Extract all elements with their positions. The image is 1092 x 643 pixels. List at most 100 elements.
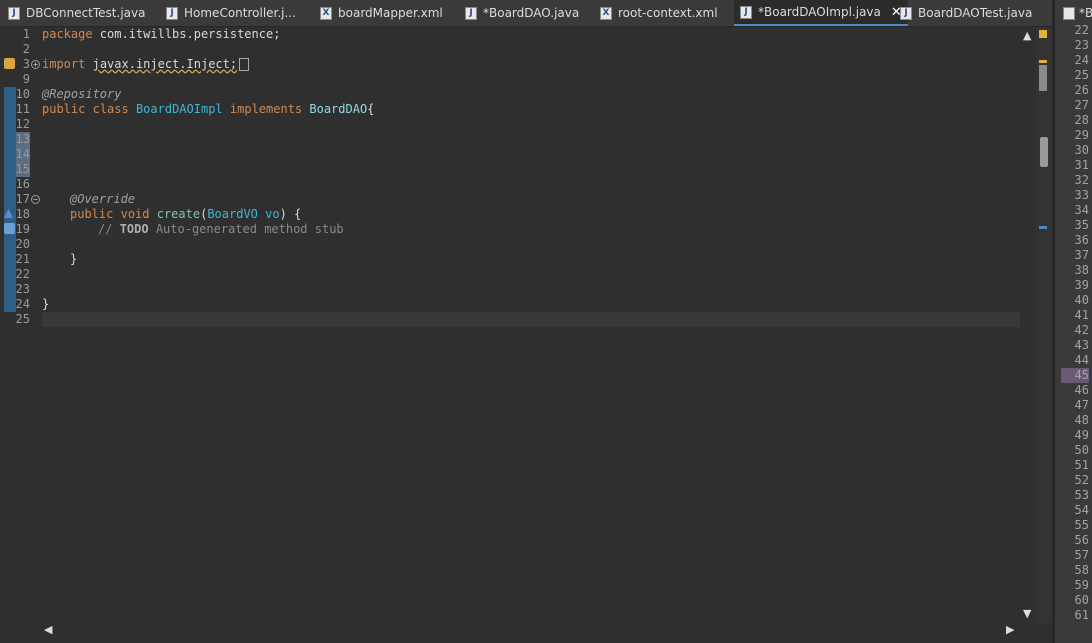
line-number: 26 [1074, 83, 1089, 97]
line-number: 10 [15, 87, 30, 101]
line-number: 11 [15, 102, 30, 116]
line-number: 22 [1074, 23, 1089, 37]
tab-label: *B [1079, 6, 1092, 20]
line-number: 14 [15, 147, 30, 161]
line-number: 37 [1074, 248, 1089, 262]
line-number: 1 [22, 27, 30, 41]
line-number: 60 [1074, 593, 1089, 607]
code-line-method-close: } [70, 252, 78, 266]
java-file-icon: J [166, 6, 178, 20]
line-number: 44 [1074, 353, 1089, 367]
task-icon[interactable] [4, 223, 15, 234]
warning-icon[interactable] [4, 58, 15, 69]
line-number: 30 [1074, 143, 1089, 157]
line-number: 25 [15, 312, 30, 326]
line-number: 40 [1074, 293, 1089, 307]
tab-boardmapper[interactable]: X boardMapper.xml [320, 0, 443, 26]
line-number: 48 [1074, 413, 1089, 427]
line-number: 27 [1074, 98, 1089, 112]
line-number: 41 [1074, 308, 1089, 322]
line-number: 35 [1074, 218, 1089, 232]
tab-dbconnecttest[interactable]: J DBConnectTest.java [8, 0, 145, 26]
line-number: 12 [15, 117, 30, 131]
line-number: 57 [1074, 548, 1089, 562]
tab-label: DBConnectTest.java [26, 6, 146, 20]
line-number: 59 [1074, 578, 1089, 592]
java-file-icon: J [465, 6, 477, 20]
tab-boarddao[interactable]: J *BoardDAO.java [465, 0, 579, 26]
line-number: 51 [1074, 458, 1089, 472]
code-line-override: @Override [70, 192, 136, 206]
line-number: 34 [1074, 203, 1089, 217]
code-editor[interactable]: 1 2 3 9 10 11 12 13 14 15 16 17 18 19 20… [0, 27, 1036, 623]
line-number: 24 [15, 297, 30, 311]
tab-label: *BoardDAOImpl.java [758, 5, 881, 19]
expand-fold-icon[interactable]: + [31, 60, 40, 69]
line-number: 55 [1074, 518, 1089, 532]
line-number: 31 [1074, 158, 1089, 172]
tab-label: HomeController.j... [184, 6, 296, 20]
collapse-fold-icon[interactable]: − [31, 195, 40, 204]
line-number: 9 [22, 72, 30, 86]
line-number: 22 [15, 267, 30, 281]
collapsed-import-icon[interactable] [239, 58, 250, 71]
line-number: 33 [1074, 188, 1089, 202]
tab-boarddaotest[interactable]: J BoardDAOTest.java [900, 0, 1032, 26]
code-line-package: package com.itwillbs.persistence; [42, 27, 281, 41]
line-number: 36 [1074, 233, 1089, 247]
overview-thumb[interactable] [1039, 65, 1047, 91]
warning-marker-icon[interactable] [1039, 30, 1047, 38]
tab-homecontroller[interactable]: J HomeController.j... [166, 0, 296, 26]
line-number: 32 [1074, 173, 1089, 187]
line-number: 39 [1074, 278, 1089, 292]
line-number: 42 [1074, 323, 1089, 337]
line-number: 29 [1074, 128, 1089, 142]
tab-boarddaoimpl[interactable]: J *BoardDAOImpl.java ✕ [734, 0, 908, 26]
line-number: 15 [15, 162, 30, 176]
line-number: 28 [1074, 113, 1089, 127]
code-line-class-declaration: public class BoardDAOImpl implements Boa… [42, 102, 375, 116]
line-number: 2 [22, 42, 30, 56]
code-line-annotation: @Repository [42, 87, 122, 101]
xml-file-icon: X [320, 6, 332, 20]
code-line-method-declaration: public void create(BoardVO vo) { [70, 207, 302, 221]
tab-label: *BoardDAO.java [483, 6, 580, 20]
secondary-editor-panel[interactable]: *B 22 23 24 25 26 27 28 29 30 31 32 33 34 35 36 37 38 39 4… [1052, 0, 1092, 643]
line-number: 43 [1074, 338, 1089, 352]
line-number: 38 [1074, 263, 1089, 277]
tab-secondary[interactable]: *B [1063, 6, 1092, 20]
code-line-comment: // TODO Auto-generated method stub [98, 222, 344, 236]
line-number: 24 [1074, 53, 1089, 67]
line-number: 47 [1074, 398, 1089, 412]
line-number: 23 [15, 282, 30, 296]
scroll-up-icon[interactable]: ▲ [1023, 29, 1031, 42]
file-icon [1063, 6, 1075, 20]
line-number: 46 [1074, 383, 1089, 397]
line-number: 61 [1074, 608, 1089, 622]
line-number: 23 [1074, 38, 1089, 52]
line-number: 17 [15, 192, 30, 206]
vertical-scrollbar[interactable]: ▲ ▼ [1020, 27, 1036, 623]
line-number: 52 [1074, 473, 1089, 487]
line-number: 25 [1074, 68, 1089, 82]
tab-root-context[interactable]: X root-context.xml [600, 0, 718, 26]
scroll-thumb[interactable] [1040, 137, 1048, 167]
scroll-left-icon[interactable]: ◀ [44, 623, 52, 636]
code-line-class-close: } [42, 297, 50, 311]
scroll-right-icon[interactable]: ▶ [1006, 623, 1014, 636]
tab-label: root-context.xml [618, 6, 718, 20]
scroll-down-icon[interactable]: ▼ [1023, 607, 1031, 620]
task-marker-icon[interactable] [1039, 226, 1047, 229]
line-number: 54 [1074, 503, 1089, 517]
tab-label: boardMapper.xml [338, 6, 443, 20]
line-number: 53 [1074, 488, 1089, 502]
line-number: 56 [1074, 533, 1089, 547]
java-file-icon: J [900, 6, 912, 20]
line-number: 21 [15, 252, 30, 266]
warning-marker-icon[interactable] [1039, 60, 1047, 63]
overview-ruler[interactable] [1036, 27, 1052, 623]
line-number: 58 [1074, 563, 1089, 577]
horizontal-scrollbar[interactable]: ◀ ▶ [40, 623, 1020, 637]
line-number: 49 [1074, 428, 1089, 442]
editor-tab-bar: J DBConnectTest.java J HomeController.j.… [0, 0, 1052, 27]
